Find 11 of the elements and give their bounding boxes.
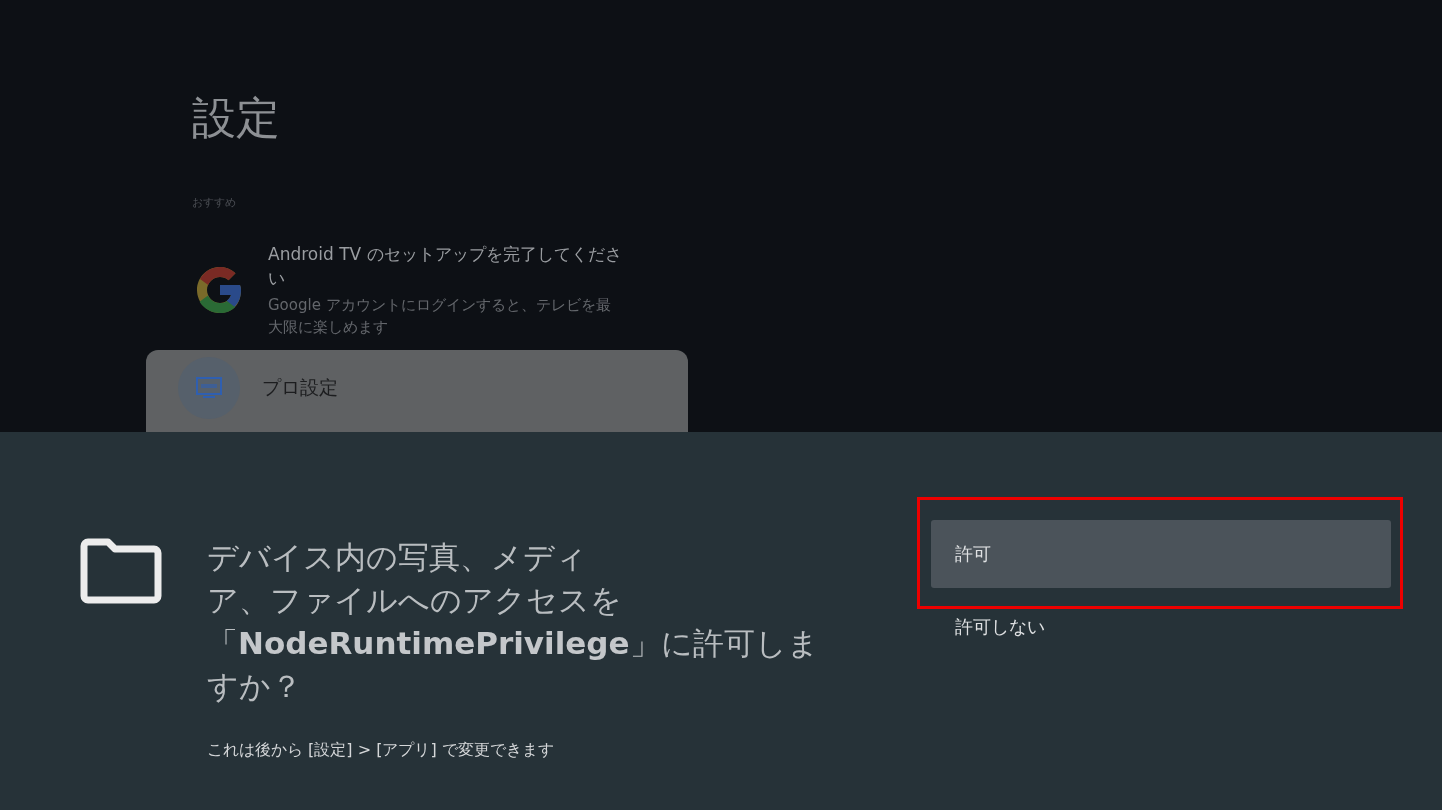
question-line: デバイス内の写真、メディ (207, 538, 587, 577)
question-line: 「NodeRuntimePrivilege」に許可しま (207, 624, 819, 663)
screen-title: 設定 (192, 91, 281, 145)
suggestion-title: Android TV のセットアップを完了してください (268, 243, 623, 290)
suggestion-subtitle: Google アカウントにログインすると、テレビを最大限に楽しめます (268, 295, 612, 338)
folder-icon (80, 538, 162, 604)
option-button[interactable]: 許可しない (931, 609, 1391, 645)
dialog-note: これは後から [設定] > [アプリ] で変更できます (207, 740, 555, 761)
question-line: すか？ (207, 667, 302, 706)
option-button[interactable]: 許可 (931, 520, 1391, 588)
question-line: ア、ファイルへのアクセスを (207, 581, 622, 620)
